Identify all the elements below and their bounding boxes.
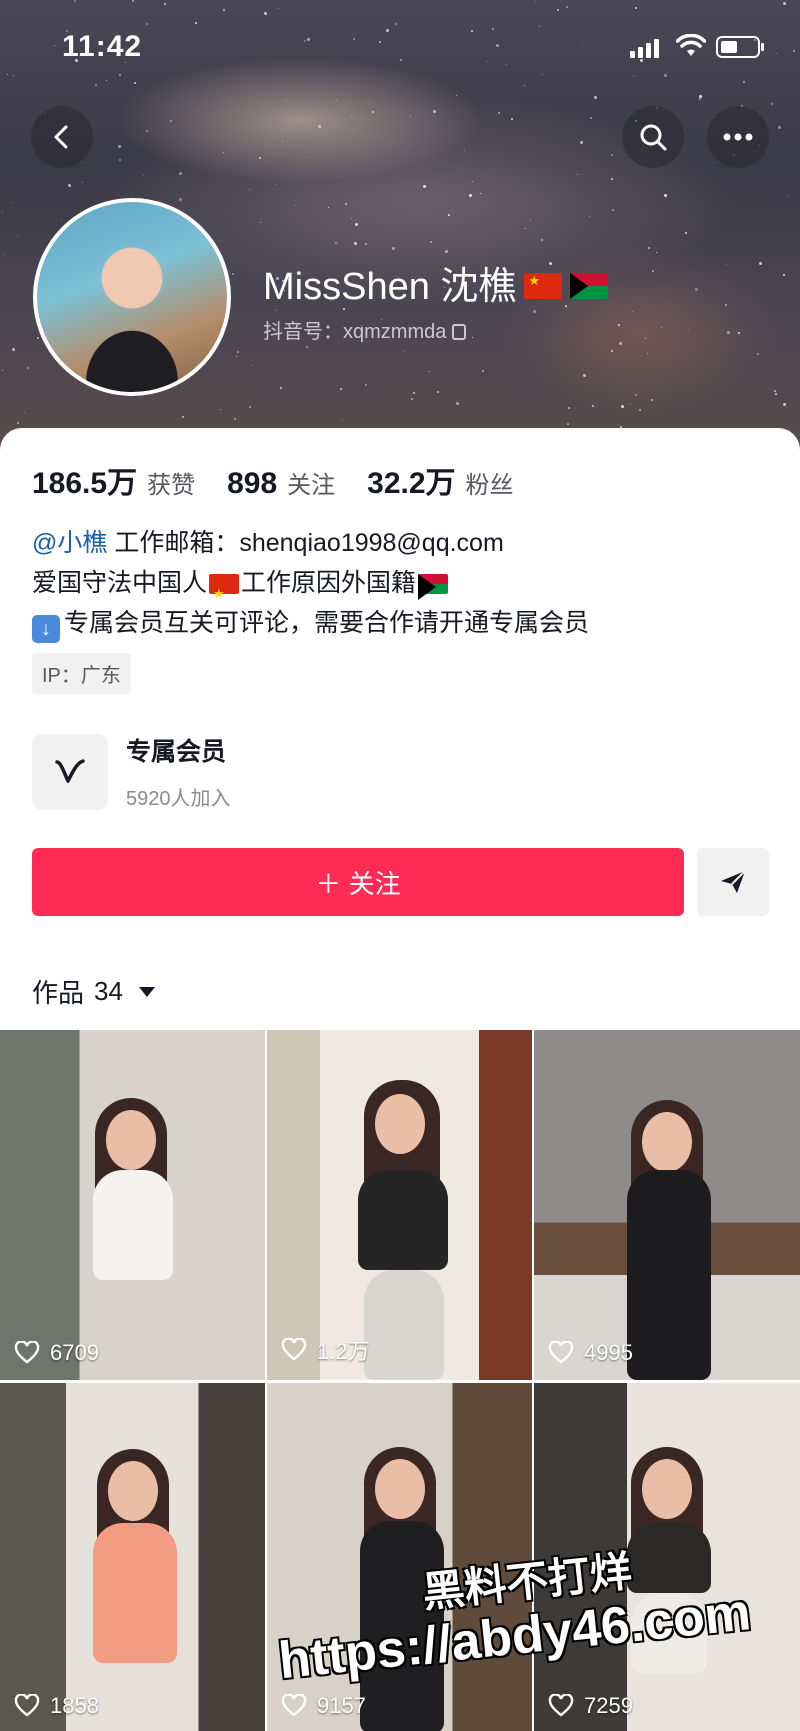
profile-name-text: MissShen 沈樵 xyxy=(263,266,517,308)
china-flag-icon xyxy=(524,272,563,299)
like-count-value: 7259 xyxy=(584,1693,633,1718)
stat-followers[interactable]: 32.2万 粉丝 xyxy=(367,458,513,502)
cellular-signal-icon xyxy=(630,38,659,58)
like-count-value: 6709 xyxy=(50,1340,99,1365)
douyin-id-value: xqmzmmda xyxy=(343,321,447,343)
heart-icon xyxy=(548,1694,574,1717)
share-button[interactable] xyxy=(697,848,769,916)
status-time: 11:42 xyxy=(62,30,143,63)
battery-icon xyxy=(716,36,764,58)
stat-following[interactable]: 898 关注 xyxy=(227,465,335,501)
douyin-id[interactable]: 抖音号：xqmzmmda xyxy=(263,315,467,344)
heart-icon xyxy=(14,1341,40,1364)
bio-line-3: ↓ 专属会员互关可评论，需要合作请开通专属会员 xyxy=(32,603,589,643)
stat-label: 粉丝 xyxy=(465,472,514,499)
video-thumbnail[interactable]: 1.2万 xyxy=(267,1030,532,1380)
search-icon xyxy=(640,124,667,151)
bio-line-2: 爱国守法中国人 工作原因外国籍 xyxy=(32,563,589,614)
like-count-value: 1.2万 xyxy=(317,1339,370,1364)
tab-works[interactable]: 作品 34 xyxy=(32,973,155,1010)
china-flag-icon xyxy=(209,574,240,614)
bio-line-1: @小樵 工作邮箱：shenqiao1998@qq.com xyxy=(32,523,589,563)
stat-value: 186.5万 xyxy=(32,467,138,500)
stat-value: 898 xyxy=(227,467,278,500)
profile-stats: 186.5万 获赞 898 关注 32.2万 粉丝 xyxy=(32,458,514,502)
back-button[interactable] xyxy=(31,106,93,168)
bio-text: 专属会员互关可评论，需要合作请开通专属会员 xyxy=(64,609,590,637)
stat-likes[interactable]: 186.5万 获赞 xyxy=(32,458,195,502)
wifi-icon xyxy=(676,34,706,56)
mention-link[interactable]: @小樵 xyxy=(32,529,107,557)
works-tab-label: 作品 xyxy=(32,978,85,1008)
works-count: 34 xyxy=(94,976,123,1006)
membership-title: 专属会员 xyxy=(126,738,227,766)
caret-down-icon xyxy=(138,986,155,997)
membership-count: 5920人加入 xyxy=(126,788,231,810)
avatar[interactable] xyxy=(33,198,231,396)
heart-icon xyxy=(14,1694,40,1717)
follow-button[interactable]: ＋ 关注 xyxy=(32,848,684,916)
like-count: 4995 xyxy=(548,1340,633,1366)
search-button[interactable] xyxy=(622,106,684,168)
like-count: 1.2万 xyxy=(281,1334,370,1366)
heart-icon xyxy=(281,1694,307,1717)
profile-name: MissShen 沈樵 xyxy=(263,255,609,310)
heart-icon xyxy=(548,1341,574,1364)
more-dots-icon xyxy=(723,133,753,141)
chevron-left-icon xyxy=(54,125,68,149)
video-thumbnail[interactable]: 6709 xyxy=(0,1030,265,1380)
send-icon xyxy=(721,870,746,893)
more-options-button[interactable] xyxy=(707,106,769,168)
like-count-value: 9157 xyxy=(317,1693,366,1718)
profile-bio: @小樵 工作邮箱：shenqiao1998@qq.com 爱国守法中国人 工作原因… xyxy=(32,523,589,643)
status-bar: 11:42 xyxy=(0,0,800,96)
like-count-value: 1858 xyxy=(50,1693,99,1718)
heart-icon xyxy=(281,1338,307,1361)
bio-email: 工作邮箱：shenqiao1998@qq.com xyxy=(107,529,504,557)
ip-location-tag: IP：广东 xyxy=(32,653,131,694)
membership-entry[interactable]: 专属会员 5920人加入 xyxy=(32,732,231,811)
membership-v-icon xyxy=(32,733,108,810)
video-thumbnail[interactable]: 4995 xyxy=(534,1030,800,1380)
bio-text: 工作原因外国籍 xyxy=(241,569,417,597)
like-count: 7259 xyxy=(548,1693,633,1719)
like-count: 6709 xyxy=(14,1340,99,1366)
like-count-value: 4995 xyxy=(584,1340,633,1365)
like-count: 9157 xyxy=(281,1693,366,1719)
video-thumbnail[interactable]: 1858 xyxy=(0,1383,265,1731)
bio-text: 爱国守法中国人 xyxy=(32,569,208,597)
vanuatu-flag-icon xyxy=(570,272,609,299)
like-count: 1858 xyxy=(14,1693,99,1719)
vanuatu-flag-icon xyxy=(418,574,449,601)
stat-label: 关注 xyxy=(287,472,336,499)
douyin-id-label: 抖音号： xyxy=(263,321,343,343)
stat-label: 获赞 xyxy=(147,472,196,499)
stat-value: 32.2万 xyxy=(367,467,456,500)
copy-icon[interactable] xyxy=(452,324,467,340)
down-arrow-icon: ↓ xyxy=(32,615,60,643)
